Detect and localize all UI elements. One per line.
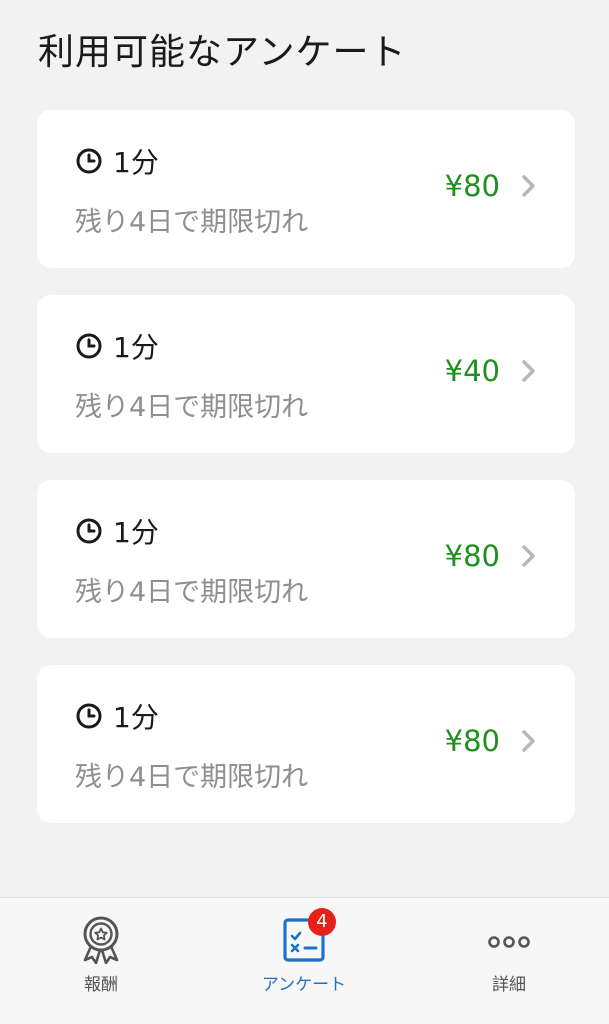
clock-icon: [76, 518, 102, 544]
clock-icon: [76, 148, 102, 174]
survey-list: 1分 残り4日で期限切れ ¥80 1分 残り4日で期限切れ ¥40 1分 残り4…: [37, 110, 575, 850]
survey-duration: 1分: [75, 328, 159, 364]
expiry-label: 残り4日で期限切れ: [75, 577, 309, 608]
expiry-label: 残り4日で期限切れ: [75, 392, 309, 423]
chevron-right-icon: [522, 545, 535, 567]
tab-label: 報酬: [84, 975, 118, 995]
duration-label: 1分: [113, 331, 159, 364]
survey-card[interactable]: 1分 残り4日で期限切れ ¥40: [37, 295, 575, 453]
tab-label: 詳細: [492, 975, 526, 995]
chevron-right-icon: [522, 360, 535, 382]
tab-label: アンケート: [261, 975, 347, 995]
expiry-label: 残り4日で期限切れ: [75, 762, 309, 793]
survey-card[interactable]: 1分 残り4日で期限切れ ¥80: [37, 480, 575, 638]
tab-rewards[interactable]: 報酬: [31, 914, 171, 1014]
survey-list-screen: 利用可能なアンケート 1分 残り4日で期限切れ ¥80 1分 残り4日で期限切れ…: [0, 0, 609, 1024]
duration-label: 1分: [113, 701, 159, 734]
duration-label: 1分: [113, 146, 159, 179]
notification-badge: 4: [308, 908, 336, 936]
tab-more[interactable]: 詳細: [439, 914, 579, 1014]
chevron-right-icon: [522, 730, 535, 752]
bottom-tab-bar: 報酬 4 アンケート 詳細: [0, 897, 609, 1024]
survey-tab-icon-wrap: 4: [280, 908, 336, 964]
reward-amount: ¥80: [444, 724, 500, 758]
duration-label: 1分: [113, 516, 159, 549]
clock-icon: [76, 333, 102, 359]
award-medal-icon: [83, 916, 119, 964]
survey-card[interactable]: 1分 残り4日で期限切れ ¥80: [37, 110, 575, 268]
more-dots-icon: [488, 936, 530, 948]
reward-amount: ¥80: [444, 169, 500, 203]
tab-surveys[interactable]: 4 アンケート: [234, 908, 374, 1014]
survey-duration: 1分: [75, 513, 159, 549]
reward-amount: ¥40: [444, 354, 500, 388]
clock-icon: [76, 703, 102, 729]
page-title: 利用可能なアンケート: [38, 32, 407, 73]
reward-amount: ¥80: [444, 539, 500, 573]
expiry-label: 残り4日で期限切れ: [75, 207, 309, 238]
survey-card[interactable]: 1分 残り4日で期限切れ ¥80: [37, 665, 575, 823]
chevron-right-icon: [522, 175, 535, 197]
survey-duration: 1分: [75, 698, 159, 734]
survey-duration: 1分: [75, 143, 159, 179]
